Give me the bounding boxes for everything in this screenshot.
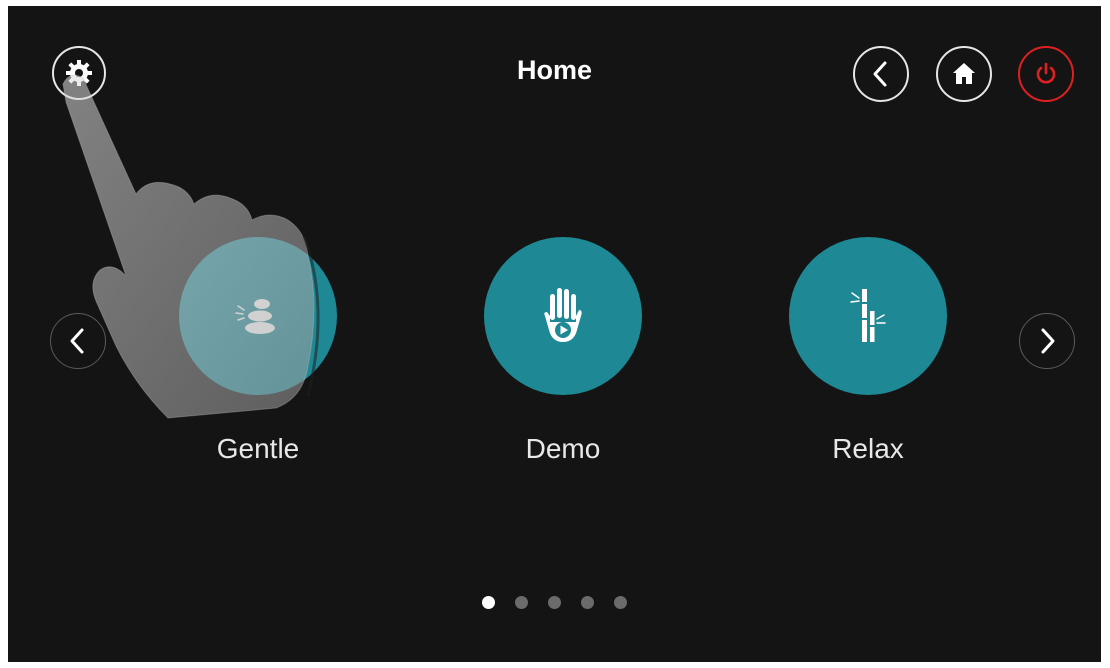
chevron-left-icon	[70, 328, 84, 354]
page-dot[interactable]	[482, 596, 495, 609]
power-button[interactable]	[1018, 46, 1074, 102]
home-icon	[953, 63, 975, 84]
mode-relax-label: Relax	[832, 433, 904, 464]
carousel-next-button[interactable]	[1019, 313, 1075, 369]
stacked-stones-icon	[235, 299, 275, 334]
home-button[interactable]	[936, 46, 992, 102]
screen: Home Gentle Demo Relax	[8, 6, 1101, 662]
mode-demo-label: Demo	[525, 433, 601, 464]
page-dot[interactable]	[581, 596, 594, 609]
mode-gentle-label: Gentle	[216, 433, 300, 464]
back-button[interactable]	[853, 46, 909, 102]
carousel-prev-button[interactable]	[50, 313, 106, 369]
page-dot[interactable]	[614, 596, 627, 609]
page-dot[interactable]	[515, 596, 528, 609]
page-dot[interactable]	[548, 596, 561, 609]
mode-relax-button[interactable]	[789, 237, 947, 395]
chevron-right-icon	[1041, 328, 1055, 354]
hand-play-icon	[544, 288, 582, 342]
mode-gentle-button[interactable]	[179, 237, 337, 395]
bamboo-icon	[850, 289, 886, 342]
pagination-dots	[8, 596, 1101, 609]
power-icon	[1036, 62, 1056, 84]
chevron-left-icon	[873, 61, 887, 87]
mode-demo-button[interactable]	[484, 237, 642, 395]
